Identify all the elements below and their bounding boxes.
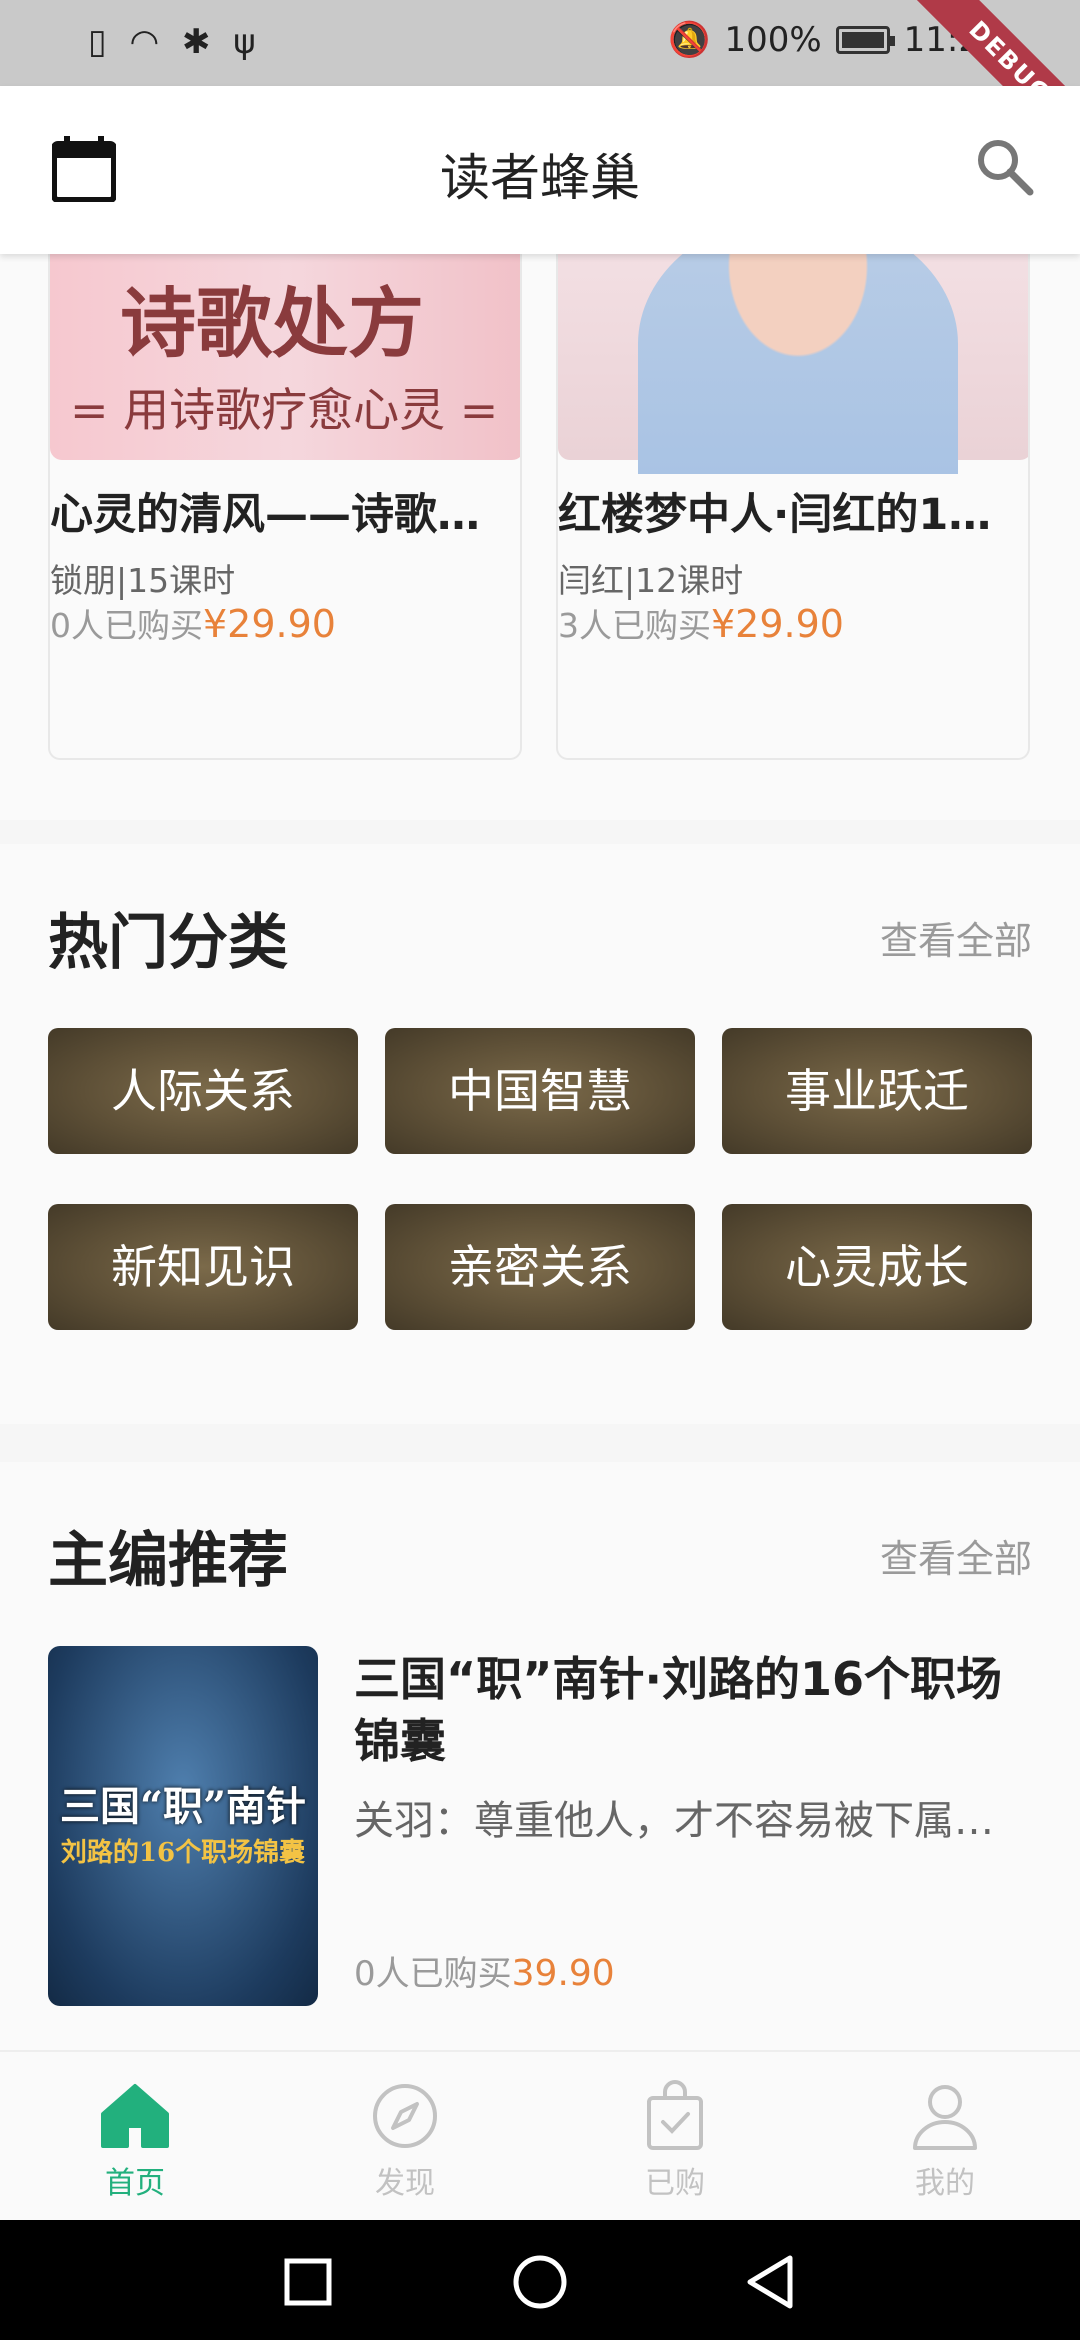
course-buyers: 0人已购买¥29.90 xyxy=(50,599,336,647)
view-all-link[interactable]: 查看全部 xyxy=(880,910,1032,965)
course-card[interactable]: 红楼梦中人·闫红的1… 闫红|12课时 3人已购买¥29.90 xyxy=(556,254,1030,760)
category-button[interactable]: 中国智慧 xyxy=(385,1028,695,1154)
nav-home[interactable]: 首页 xyxy=(65,2080,205,2202)
course-meta: 锁朋|15课时 xyxy=(50,561,236,600)
nav-discover[interactable]: 发现 xyxy=(335,2080,475,2202)
nav-purchased[interactable]: 已购 xyxy=(605,2080,745,2202)
view-all-link[interactable]: 查看全部 xyxy=(880,1528,1032,1583)
status-bar: ▯ ◠ ✱ ψ 🔕 100% 11:2 DEBUG xyxy=(0,0,1080,184)
category-button[interactable]: 新知见识 xyxy=(48,1204,358,1330)
course-name: 心灵的清风——诗歌… xyxy=(50,490,480,540)
home-circle-icon[interactable] xyxy=(512,2254,568,2310)
buyers-count: 0人已购买 xyxy=(50,606,203,645)
battery-percent: 100% xyxy=(724,20,822,60)
nav-label: 发现 xyxy=(375,2166,435,2201)
cover-subtitle: = 用诗歌疗愈心灵 = xyxy=(70,383,499,437)
buyers-count: 0人已购买 xyxy=(354,1954,512,1994)
pick-price: 39.90 xyxy=(511,1953,615,1994)
course-cover: 诗歌处方 = 用诗歌疗愈心灵 = xyxy=(50,254,520,460)
mute-icon: 🔕 xyxy=(668,20,711,60)
course-meta: 闫红|12课时 xyxy=(558,561,744,600)
cover-portrait xyxy=(638,254,958,474)
category-button[interactable]: 事业跃迁 xyxy=(722,1028,1032,1154)
search-icon[interactable] xyxy=(974,136,1034,196)
system-navigation-bar xyxy=(0,2220,1080,2340)
editor-picks-section: 主编推荐 查看全部 三国“职”南针 刘路的16个职场锦囊 三国“职”南针·刘路的… xyxy=(0,1462,1080,2050)
status-icons: ▯ ◠ ✱ ψ xyxy=(88,22,262,62)
category-button[interactable]: 亲密关系 xyxy=(385,1204,695,1330)
section-title: 主编推荐 xyxy=(48,1526,288,1596)
app-bar: 读者蜂巢 xyxy=(0,86,1080,254)
nav-label: 我的 xyxy=(915,2166,975,2201)
nav-label: 首页 xyxy=(105,2166,165,2201)
recents-square-icon[interactable] xyxy=(284,2258,332,2306)
course-buyers: 3人已购买¥29.90 xyxy=(558,599,844,647)
course-price: ¥29.90 xyxy=(203,602,336,646)
back-triangle-icon[interactable] xyxy=(744,2254,796,2310)
home-icon xyxy=(101,2084,169,2148)
purchased-bag-icon xyxy=(647,2080,703,2150)
page-title: 读者蜂巢 xyxy=(440,149,640,207)
category-button[interactable]: 心灵成长 xyxy=(722,1204,1032,1330)
course-name: 红楼梦中人·闫红的1… xyxy=(558,490,992,540)
book-cover: 三国“职”南针 刘路的16个职场锦囊 xyxy=(48,1646,318,2006)
bottom-navigation: 首页 发现 已购 我的 xyxy=(0,2050,1080,2220)
cover-title: 三国“职”南针 xyxy=(59,1783,306,1830)
course-list: 诗歌处方 = 用诗歌疗愈心灵 = 心灵的清风——诗歌… 锁朋|15课时 0人已购… xyxy=(0,254,1080,820)
pick-title: 三国“职”南针·刘路的16个职场锦囊 xyxy=(354,1652,1002,1768)
cover-title: 诗歌处方 xyxy=(120,279,424,368)
compass-icon xyxy=(373,2084,437,2148)
battery-icon xyxy=(835,26,895,54)
course-card[interactable]: 诗歌处方 = 用诗歌疗愈心灵 = 心灵的清风——诗歌… 锁朋|15课时 0人已购… xyxy=(48,254,522,760)
pick-buyers: 0人已购买39.90 xyxy=(354,1946,615,1995)
course-cover xyxy=(558,254,1028,474)
scroll-content[interactable]: 诗歌处方 = 用诗歌疗愈心灵 = 心灵的清风——诗歌… 锁朋|15课时 0人已购… xyxy=(0,254,1080,2050)
status-right: 🔕 100% 11:2 xyxy=(668,20,980,60)
nav-label: 已购 xyxy=(645,2166,705,2201)
nav-profile[interactable]: 我的 xyxy=(875,2080,1015,2202)
hot-categories-section: 热门分类 查看全部 人际关系 中国智慧 事业跃迁 新知见识 亲密关系 心灵成长 xyxy=(0,844,1080,1424)
section-title: 热门分类 xyxy=(48,908,288,978)
profile-icon xyxy=(913,2085,977,2150)
buyers-count: 3人已购买 xyxy=(558,606,711,645)
course-price: ¥29.90 xyxy=(711,602,844,646)
cover-subtitle: 刘路的16个职场锦囊 xyxy=(60,1838,306,1868)
pick-description: 关羽：尊重他人，才不容易被下属… xyxy=(354,1798,994,1844)
category-button[interactable]: 人际关系 xyxy=(48,1028,358,1154)
